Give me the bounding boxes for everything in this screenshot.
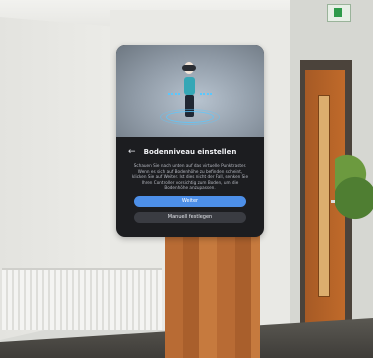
continue-button[interactable]: Weiter — [134, 196, 246, 207]
headset-icon — [182, 65, 196, 71]
floor-level-dialog: ← Bodenniveau einstellen Schauen Sie nac… — [116, 45, 264, 237]
avatar-body — [184, 77, 195, 95]
dialog-description: Schauen Sie nach unten auf das virtuelle… — [131, 163, 249, 191]
dialog-title: Bodenniveau einstellen — [143, 148, 237, 156]
right-controller-icon — [200, 87, 212, 95]
radiator — [2, 268, 162, 330]
set-manually-button[interactable]: Manuell festlegen — [134, 212, 246, 223]
emergency-exit-sign-icon — [327, 4, 351, 22]
dialog-header: ← Bodenniveau einstellen — [116, 145, 264, 159]
floor-ring-outer — [160, 109, 220, 125]
plant — [335, 150, 373, 230]
wooden-pedestal — [165, 232, 260, 358]
illustration — [116, 45, 264, 137]
left-controller-icon — [168, 87, 180, 95]
door-window — [318, 95, 330, 297]
